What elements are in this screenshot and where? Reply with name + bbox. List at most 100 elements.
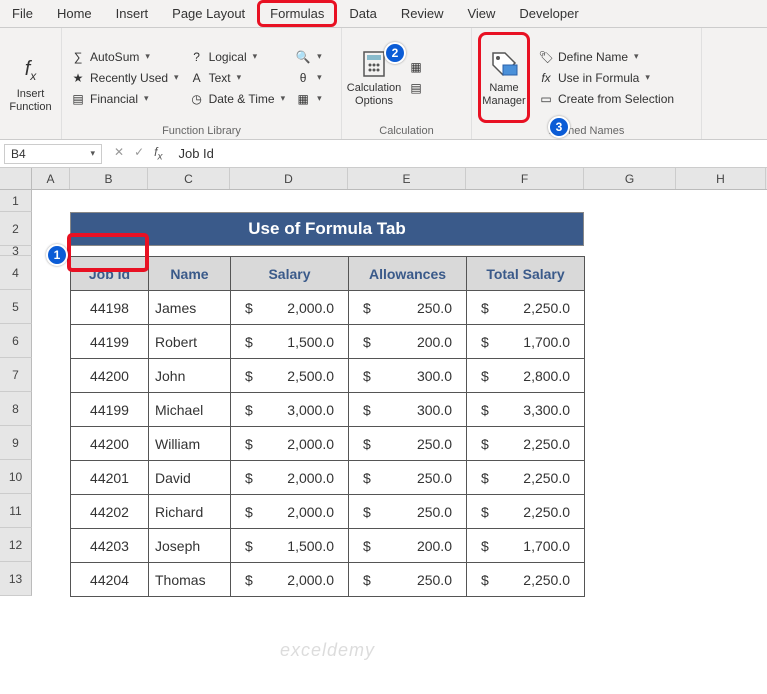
col-header-B[interactable]: B — [70, 168, 148, 189]
cell-name[interactable]: David — [149, 461, 231, 495]
cell-salary[interactable]: $2,000.0 — [231, 291, 349, 325]
cell-allow[interactable]: $200.0 — [349, 325, 467, 359]
cell-allow[interactable]: $300.0 — [349, 393, 467, 427]
cell-total[interactable]: $2,800.0 — [467, 359, 585, 393]
cell-total[interactable]: $1,700.0 — [467, 325, 585, 359]
tab-formulas[interactable]: Formulas — [257, 0, 337, 27]
cell-allow[interactable]: $250.0 — [349, 495, 467, 529]
autosum-button[interactable]: ∑AutoSum▾ — [68, 48, 181, 66]
tab-data[interactable]: Data — [337, 1, 388, 26]
cell-total[interactable]: $2,250.0 — [467, 427, 585, 461]
cell-jobid[interactable]: 44201 — [71, 461, 149, 495]
insert-function-button[interactable]: fx Insert Function — [6, 32, 55, 135]
cell-total[interactable]: $3,300.0 — [467, 393, 585, 427]
cell-name[interactable]: Richard — [149, 495, 231, 529]
header-allowances[interactable]: Allowances — [349, 257, 467, 291]
cell-jobid[interactable]: 44199 — [71, 325, 149, 359]
cell-total[interactable]: $2,250.0 — [467, 563, 585, 597]
header-name[interactable]: Name — [149, 257, 231, 291]
tab-review[interactable]: Review — [389, 1, 456, 26]
fx-icon[interactable]: fx — [154, 145, 162, 162]
cell-name[interactable]: William — [149, 427, 231, 461]
cell-jobid[interactable]: 44202 — [71, 495, 149, 529]
cancel-icon[interactable]: ✕ — [114, 145, 124, 162]
cell-allow[interactable]: $250.0 — [349, 291, 467, 325]
row-header-7[interactable]: 7 — [0, 358, 32, 392]
tab-home[interactable]: Home — [45, 1, 104, 26]
row-header-11[interactable]: 11 — [0, 494, 32, 528]
name-box[interactable]: B4▾ — [4, 144, 102, 164]
header-total[interactable]: Total Salary — [467, 257, 585, 291]
cell-jobid[interactable]: 44200 — [71, 427, 149, 461]
cell-salary[interactable]: $2,000.0 — [231, 495, 349, 529]
logical-button[interactable]: ?Logical▾ — [187, 48, 288, 66]
cell-name[interactable]: Michael — [149, 393, 231, 427]
name-manager-button[interactable]: Name Manager — [478, 32, 530, 123]
cell-jobid[interactable]: 44199 — [71, 393, 149, 427]
cell-total[interactable]: $2,250.0 — [467, 461, 585, 495]
header-salary[interactable]: Salary — [231, 257, 349, 291]
cell-total[interactable]: $1,700.0 — [467, 529, 585, 563]
col-header-F[interactable]: F — [466, 168, 584, 189]
select-all-corner[interactable] — [0, 168, 32, 189]
col-header-C[interactable]: C — [148, 168, 230, 189]
cell-salary[interactable]: $2,500.0 — [231, 359, 349, 393]
cell-name[interactable]: Joseph — [149, 529, 231, 563]
row-header-12[interactable]: 12 — [0, 528, 32, 562]
cell-allow[interactable]: $300.0 — [349, 359, 467, 393]
more-button[interactable]: ▦▾ — [293, 90, 324, 108]
header-jobid[interactable]: Job Id — [71, 257, 149, 291]
row-header-8[interactable]: 8 — [0, 392, 32, 426]
recently-used-button[interactable]: ★Recently Used▾ — [68, 69, 181, 87]
cell-name[interactable]: Thomas — [149, 563, 231, 597]
cell-salary[interactable]: $2,000.0 — [231, 563, 349, 597]
col-header-G[interactable]: G — [584, 168, 676, 189]
cell-jobid[interactable]: 44200 — [71, 359, 149, 393]
accept-icon[interactable]: ✓ — [134, 145, 144, 162]
lookup-button[interactable]: 🔍▾ — [293, 48, 324, 66]
cell-total[interactable]: $2,250.0 — [467, 495, 585, 529]
date-time-button[interactable]: ◷Date & Time▾ — [187, 90, 288, 108]
col-header-A[interactable]: A — [32, 168, 70, 189]
create-from-selection-button[interactable]: ▭Create from Selection — [536, 90, 676, 108]
text-button[interactable]: AText▾ — [187, 69, 288, 87]
cell-salary[interactable]: $1,500.0 — [231, 529, 349, 563]
col-header-D[interactable]: D — [230, 168, 348, 189]
cell-salary[interactable]: $2,000.0 — [231, 461, 349, 495]
cell-allow[interactable]: $200.0 — [349, 529, 467, 563]
tab-developer[interactable]: Developer — [507, 1, 590, 26]
formula-input[interactable]: Job Id — [170, 144, 767, 163]
cell-salary[interactable]: $2,000.0 — [231, 427, 349, 461]
col-header-H[interactable]: H — [676, 168, 766, 189]
row-header-4[interactable]: 4 — [0, 256, 32, 290]
cell-jobid[interactable]: 44198 — [71, 291, 149, 325]
cell-salary[interactable]: $1,500.0 — [231, 325, 349, 359]
math-button[interactable]: θ▾ — [293, 69, 324, 87]
row-header-10[interactable]: 10 — [0, 460, 32, 494]
cell-name[interactable]: James — [149, 291, 231, 325]
row-header-5[interactable]: 5 — [0, 290, 32, 324]
tab-file[interactable]: File — [0, 1, 45, 26]
row-header-6[interactable]: 6 — [0, 324, 32, 358]
cell-allow[interactable]: $250.0 — [349, 563, 467, 597]
row-header-3[interactable]: 3 — [0, 246, 32, 256]
cell-jobid[interactable]: 44203 — [71, 529, 149, 563]
cell-name[interactable]: Robert — [149, 325, 231, 359]
cell-allow[interactable]: $250.0 — [349, 427, 467, 461]
tab-insert[interactable]: Insert — [104, 1, 161, 26]
financial-button[interactable]: ▤Financial▾ — [68, 90, 181, 108]
define-name-button[interactable]: 🏷Define Name▾ — [536, 48, 676, 66]
calc-now-button[interactable]: ▦ — [406, 58, 426, 76]
row-header-2[interactable]: 2 — [0, 212, 32, 246]
row-header-13[interactable]: 13 — [0, 562, 32, 596]
cell-jobid[interactable]: 44204 — [71, 563, 149, 597]
row-header-1[interactable]: 1 — [0, 190, 32, 212]
calc-sheet-button[interactable]: ▤ — [406, 79, 426, 97]
cell-total[interactable]: $2,250.0 — [467, 291, 585, 325]
cell-allow[interactable]: $250.0 — [349, 461, 467, 495]
cell-salary[interactable]: $3,000.0 — [231, 393, 349, 427]
row-header-9[interactable]: 9 — [0, 426, 32, 460]
tab-view[interactable]: View — [455, 1, 507, 26]
cell-name[interactable]: John — [149, 359, 231, 393]
col-header-E[interactable]: E — [348, 168, 466, 189]
